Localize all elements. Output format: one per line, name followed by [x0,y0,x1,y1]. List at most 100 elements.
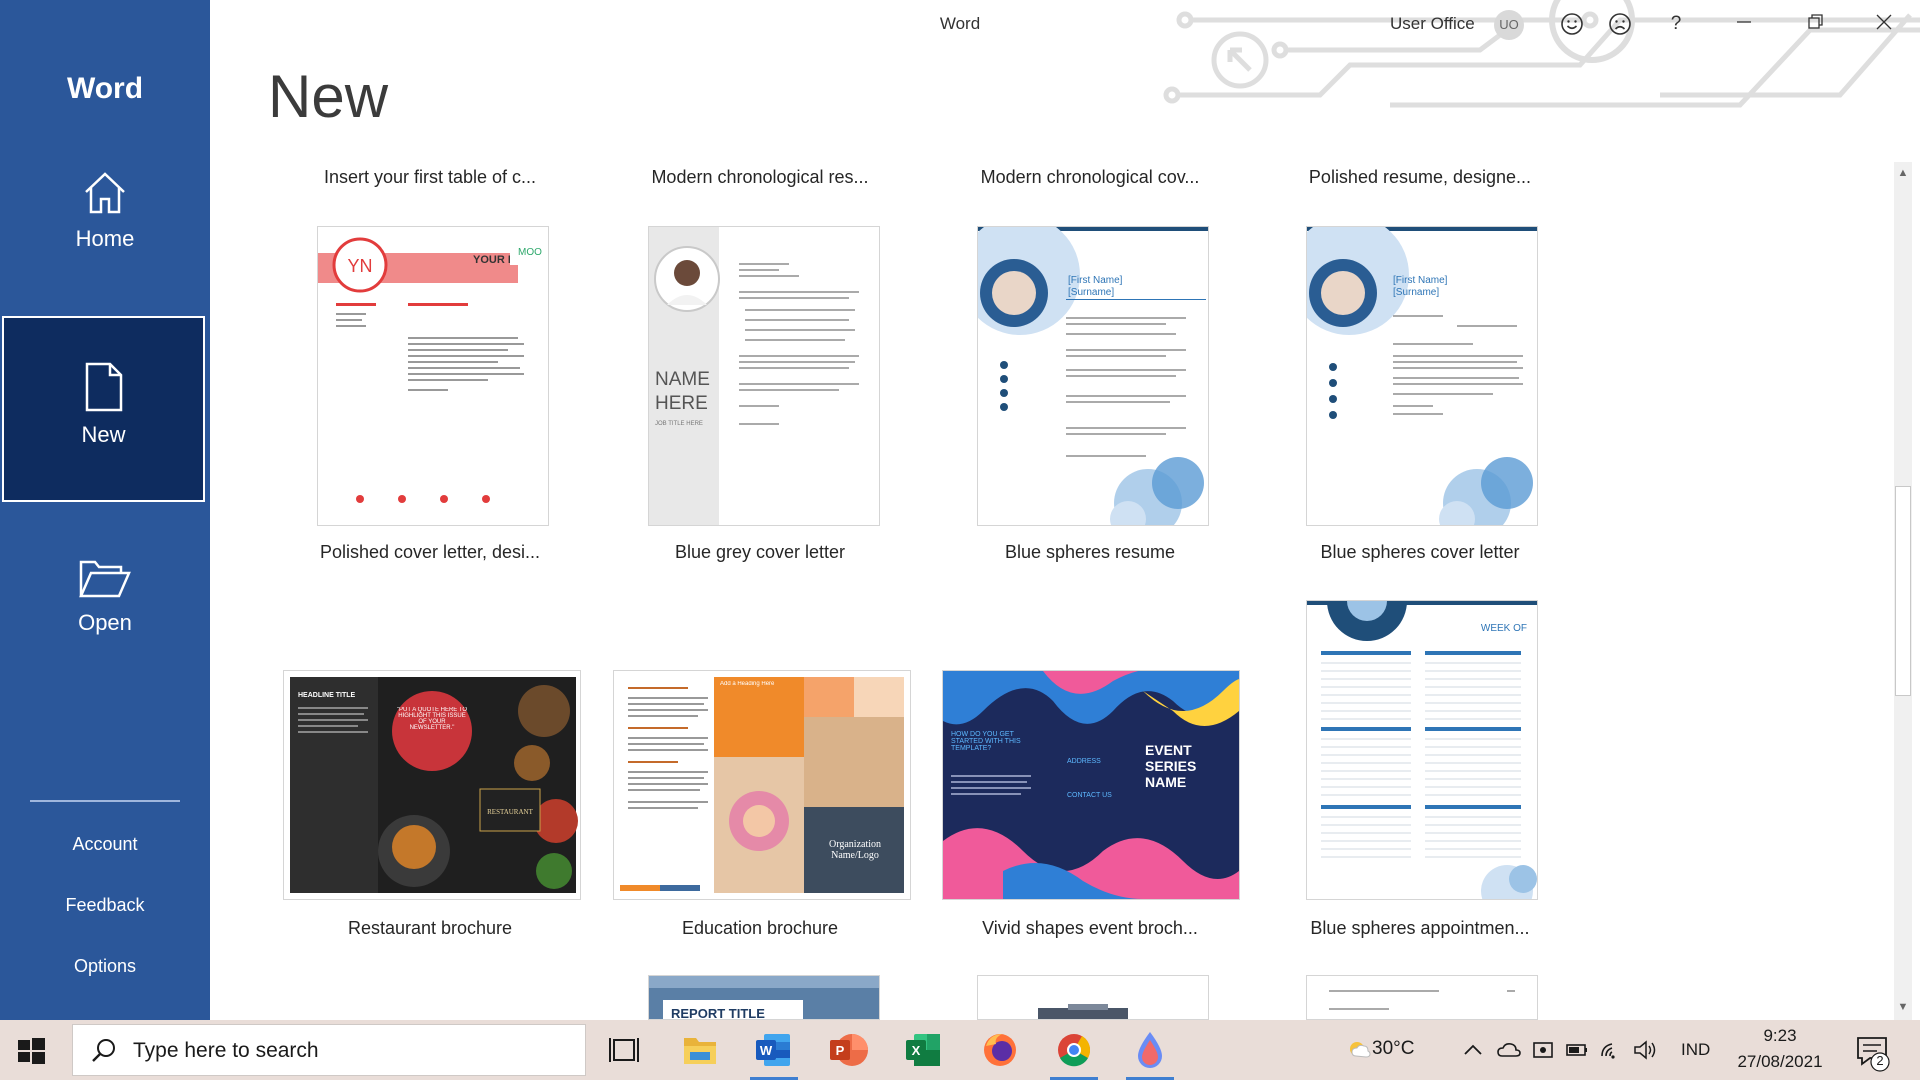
template-preview: [First Name] [Surname] [1307,227,1537,525]
template-label[interactable]: Restaurant brochure [280,918,580,939]
minimize-button[interactable] [1724,6,1764,42]
restore-button[interactable] [1796,6,1836,42]
template-label[interactable]: Insert your first table of c... [280,167,580,188]
send-frown-button[interactable] [1600,6,1640,42]
chevron-up-icon[interactable] [1460,1038,1486,1062]
taskbar-app-word[interactable]: W [746,1026,802,1080]
template-thumbnail-vivid-shapes-event-brochure[interactable]: HOW DO YOU GET STARTED WITH THIS TEMPLAT… [942,670,1240,900]
template-label[interactable]: Polished cover letter, desi... [280,542,580,563]
template-name: [Surname] [1068,287,1114,298]
notification-icon [1857,1037,1890,1072]
clock-date[interactable]: 27/08/2021 [1730,1052,1830,1072]
backstage-sidebar: Word Home New Open Account Feedback Opti… [0,0,210,1020]
template-thumbnail-blue-spheres-cover-letter[interactable]: [First Name] [Surname] [1306,226,1538,526]
template-label[interactable]: Modern chronological res... [610,167,910,188]
template-label[interactable]: Blue spheres appointmen... [1270,918,1570,939]
template-name: NAME [655,369,710,390]
template-label[interactable]: Education brochure [610,918,910,939]
template-contact: CONTACT US [1067,792,1112,799]
template-preview: HOW DO YOU GET STARTED WITH THIS TEMPLAT… [943,671,1239,899]
template-name: [First Name] [1393,275,1448,286]
paint-drop-icon [1138,1032,1162,1068]
scroll-up-arrow-icon[interactable]: ▲ [1894,162,1912,184]
template-thumbnail[interactable] [977,975,1209,1020]
windows-logo-icon [18,1038,45,1064]
template-question: HOW DO YOU GET STARTED WITH THIS TEMPLAT… [951,731,1021,752]
weather-icon[interactable] [1346,1038,1372,1062]
close-button[interactable] [1864,6,1904,42]
template-preview: YN YOUR N MOO [318,237,548,503]
battery-icon[interactable] [1564,1038,1590,1062]
home-icon [85,172,125,214]
minimize-icon [1737,21,1751,23]
notification-center-button[interactable]: 2 [1852,1032,1892,1072]
account-name[interactable]: User Office [1390,14,1475,34]
task-view-button[interactable] [596,1026,652,1074]
avatar[interactable]: UO [1494,10,1524,40]
template-label[interactable]: Modern chronological cov... [940,167,1240,188]
template-label[interactable]: Blue spheres resume [940,542,1240,563]
template-name: [First Name] [1068,275,1123,286]
template-label[interactable]: Blue spheres cover letter [1270,542,1570,563]
template-label[interactable]: Blue grey cover letter [610,542,910,563]
template-event-name: SERIES [1145,758,1196,774]
sidebar-item-feedback[interactable]: Feedback [0,895,210,916]
sidebar-item-new[interactable]: New [2,316,205,502]
taskbar-app-excel[interactable]: X [896,1026,952,1074]
scroll-down-arrow-icon[interactable]: ▼ [1894,996,1912,1018]
template-preview: WEEK OF [1307,601,1537,899]
excel-icon: X [906,1034,940,1066]
new-document-icon [85,362,122,412]
volume-icon[interactable] [1632,1038,1658,1062]
template-initials: YN [347,256,372,276]
svg-text:P: P [836,1043,845,1058]
input-language[interactable]: IND [1681,1040,1710,1060]
page-title: New [268,63,389,130]
template-thumbnail-blue-grey-cover-letter[interactable]: NAME HERE JOB TITLE HERE [648,226,880,526]
taskbar-app-file-explorer[interactable] [672,1026,728,1074]
template-name: HERE [655,393,708,414]
sidebar-item-open[interactable]: Open [0,558,210,678]
template-label[interactable]: Vivid shapes event broch... [940,918,1240,939]
send-smile-button[interactable] [1552,6,1592,42]
template-thumbnail-blue-spheres-appointment-calendar[interactable]: WEEK OF [1306,600,1538,900]
template-thumbnail[interactable] [1306,975,1538,1020]
taskbar-search-box[interactable]: Type here to search [72,1024,586,1076]
template-quote: "PUT A QUOTE HERE TO HIGHLIGHT THIS ISSU… [396,707,468,731]
template-thumbnail-restaurant-brochure[interactable]: HEADLINE TITLE "PUT A QUOTE HERE TO HIGH… [283,670,581,900]
sidebar-item-home[interactable]: Home [0,170,210,290]
help-button[interactable]: ? [1656,6,1696,42]
template-thumbnail-blue-spheres-resume[interactable]: [First Name] [Surname] [977,226,1209,526]
firefox-icon [984,1034,1016,1066]
sidebar-item-label: Home [75,226,135,251]
brand-logo: MOO [518,247,542,258]
taskbar-app-powerpoint[interactable]: P [820,1026,876,1074]
taskbar-app-paint[interactable] [1122,1026,1178,1080]
smile-icon [1561,13,1583,35]
onedrive-cloud-icon[interactable] [1496,1038,1522,1062]
clock-time[interactable]: 9:23 [1730,1026,1830,1046]
wifi-icon[interactable] [1598,1038,1624,1062]
taskbar-app-chrome[interactable] [1046,1026,1102,1080]
file-explorer-icon [684,1038,716,1064]
template-event-name: NAME [1145,774,1186,790]
template-week-label: WEEK OF [1481,623,1527,634]
template-name: YOUR N [473,254,516,266]
template-name: [Surname] [1393,287,1439,298]
template-label[interactable]: Polished resume, designe... [1270,167,1570,188]
svg-text:X: X [912,1043,921,1058]
sidebar-item-account[interactable]: Account [0,834,210,855]
template-preview: Add a Heading Here Organization Name/Log… [614,671,910,899]
scrollbar-thumb[interactable] [1895,486,1911,696]
start-button[interactable] [14,1034,48,1068]
taskbar-app-firefox[interactable] [972,1026,1028,1074]
template-thumbnail-education-brochure[interactable]: Add a Heading Here Organization Name/Log… [613,670,911,900]
network-share-icon[interactable] [1530,1038,1556,1062]
template-subtitle: JOB TITLE HERE [655,421,703,427]
weather-temperature[interactable]: 30°C [1372,1038,1414,1060]
close-icon [1876,14,1892,30]
template-thumbnail-polished-cover-letter[interactable]: YN YOUR N MOO [317,226,549,526]
sidebar-item-options[interactable]: Options [0,956,210,977]
template-thumbnail-report[interactable]: REPORT TITLE [648,975,880,1020]
taskbar: Type here to search W P X 30°C IND 9:23 … [0,1020,1920,1080]
